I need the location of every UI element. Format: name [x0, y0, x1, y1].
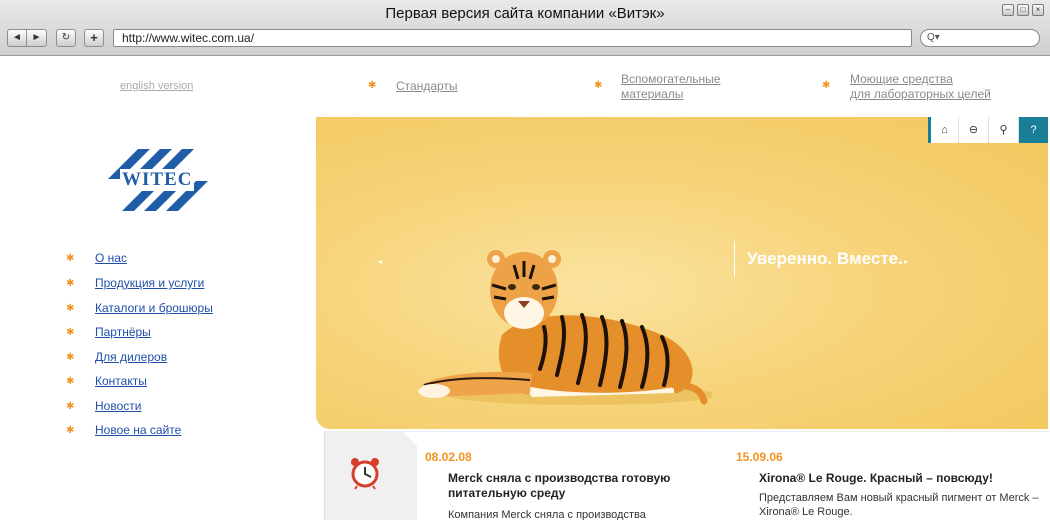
menu-bullet-icon: ✱: [66, 327, 75, 338]
menu-item-label: Новости: [95, 399, 142, 413]
maximize-button[interactable]: □: [1017, 4, 1029, 16]
nav-link-lab-detergents[interactable]: Моющие средства для лабораторных целей: [850, 72, 991, 102]
help-icon[interactable]: ?: [1018, 117, 1048, 143]
menu-bullet-icon: ✱: [66, 376, 75, 387]
nav-link-standards[interactable]: Стандарты: [396, 79, 458, 94]
news-title[interactable]: Xirona® Le Rouge. Красный – повсюду!: [759, 471, 1039, 486]
menu-item-label: Для дилеров: [95, 350, 168, 364]
arrow-left-icon[interactable]: ◂: [378, 257, 382, 266]
browser-search-input[interactable]: Q▾: [920, 29, 1040, 47]
back-button[interactable]: ◄: [7, 29, 27, 47]
nav-link-label: материалы: [621, 87, 684, 101]
address-bar[interactable]: http://www.witec.com.ua/: [113, 29, 912, 47]
nav-link-label: для лабораторных целей: [850, 87, 991, 101]
logo-text: WITEC: [120, 169, 195, 191]
news-text: Компания Merck сняла с производства: [448, 509, 646, 520]
nav-link-label: Стандарты: [396, 79, 458, 93]
nav-bullet-icon: ✱: [368, 80, 377, 91]
menu-item-label: О нас: [95, 251, 127, 265]
window-title: Первая версия сайта компании «Витэк»: [385, 5, 665, 22]
tiger-image: [417, 250, 712, 405]
banner-toolbar: ⌂ ⊖ ⚲ ?: [928, 117, 1048, 143]
news-date: 08.02.08: [425, 450, 472, 464]
hero-banner: ⌂ ⊖ ⚲ ? ◂ ▸ Уверенно. Вместе.: [316, 117, 1048, 429]
forward-button[interactable]: ►: [27, 29, 47, 47]
window-controls: – □ ×: [1002, 4, 1044, 16]
news-text: Представляем Вам новый красный пигмент о…: [759, 492, 1039, 518]
menu-bullet-icon: ✱: [66, 278, 75, 289]
web-page: english version ✱ Стандарты ✱ Вспомогате…: [0, 57, 1050, 520]
alarm-clock-icon: [351, 458, 379, 490]
english-version-link[interactable]: english version: [120, 79, 193, 94]
menu-item-label: Контакты: [95, 374, 147, 388]
search-icon[interactable]: ⚲: [988, 117, 1018, 143]
menu-item-label: Каталоги и брошюры: [95, 301, 213, 315]
news-date: 15.09.06: [736, 450, 783, 464]
browser-chrome: Первая версия сайта компании «Витэк» – □…: [0, 0, 1050, 56]
arrow-right-icon[interactable]: ▸: [904, 257, 908, 266]
nav-bullet-icon: ✱: [822, 80, 831, 91]
home-icon[interactable]: ⌂: [928, 117, 958, 143]
menu-bullet-icon: ✱: [66, 401, 75, 412]
close-button[interactable]: ×: [1032, 4, 1044, 16]
menu-bullet-icon: ✱: [66, 253, 75, 264]
menu-bullet-icon: ✱: [66, 303, 75, 314]
add-bookmark-button[interactable]: +: [84, 29, 104, 47]
menu-item-label: Новое на сайте: [95, 423, 182, 437]
mail-icon[interactable]: ⊖: [958, 117, 988, 143]
nav-link-auxiliary-materials[interactable]: Вспомогательные материалы: [621, 72, 720, 102]
minimize-button[interactable]: –: [1002, 4, 1014, 16]
news-panel-corner: [325, 432, 417, 520]
menu-bullet-icon: ✱: [66, 425, 75, 436]
nav-link-label: Моющие средства: [850, 72, 953, 86]
news-section: 08.02.08 Merck сняла с производства гото…: [324, 431, 1050, 520]
witec-logo[interactable]: WITEC: [108, 149, 208, 211]
nav-link-label: Вспомогательные: [621, 72, 721, 86]
menu-bullet-icon: ✱: [66, 352, 75, 363]
reload-button[interactable]: ↻: [56, 29, 76, 47]
nav-bullet-icon: ✱: [594, 80, 603, 91]
menu-item-label: Партнёры: [95, 325, 151, 339]
browser-toolbar: ◄ ► ↻ + http://www.witec.com.ua/ Q▾: [0, 28, 1050, 50]
banner-slogan: Уверенно. Вместе.: [734, 241, 903, 277]
news-title[interactable]: Merck сняла с производства готовую питат…: [448, 471, 728, 501]
menu-item-label: Продукция и услуги: [95, 276, 205, 290]
